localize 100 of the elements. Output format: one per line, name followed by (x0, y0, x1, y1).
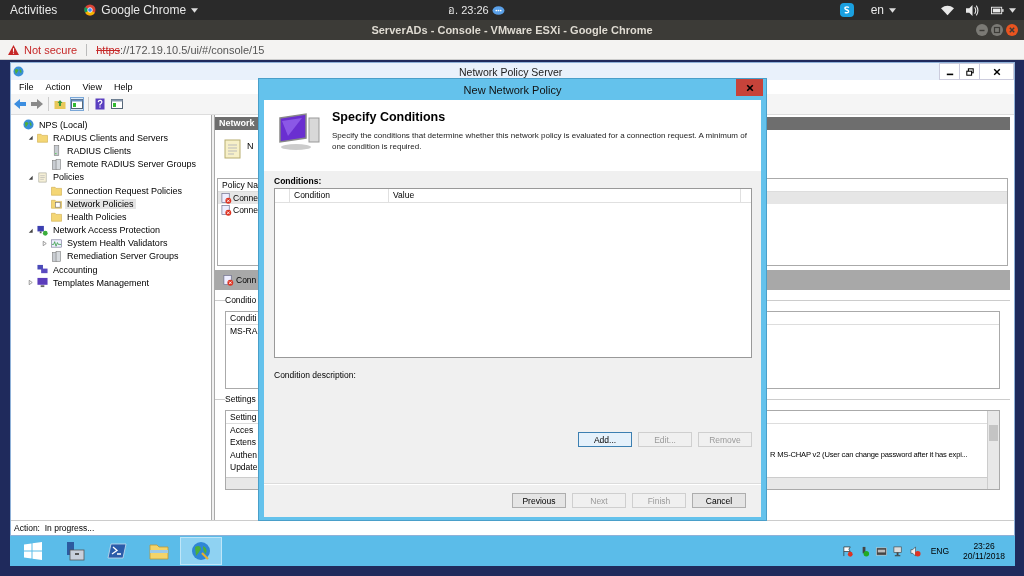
close-button[interactable] (979, 63, 1014, 80)
page-description: Specify the conditions that determine whether this network policy is evaluated for a connection request. A minimum of one condition is required. (332, 131, 748, 152)
table-cell-text: Authen (229, 448, 258, 461)
app-menu-label[interactable]: Google Chrome (101, 3, 187, 17)
expander-icon[interactable] (27, 226, 34, 234)
menu-item[interactable]: Help (107, 82, 139, 92)
column-header[interactable]: Value (389, 189, 741, 202)
policy-name: Conne (233, 193, 259, 203)
folder-icon (51, 198, 62, 210)
intro-text: N (247, 141, 254, 151)
warning-icon[interactable] (8, 44, 19, 55)
conditions-table[interactable]: Condition Value (274, 188, 752, 358)
flag-error-icon[interactable] (841, 545, 853, 557)
scroll-icon (223, 138, 243, 160)
globe-icon (23, 119, 34, 131)
tree-item[interactable]: Health Policies (65, 211, 129, 222)
description-label: Condition description: (274, 370, 357, 380)
table-cell-text: Update (229, 461, 259, 474)
chrome-icon (84, 4, 97, 16)
menu-item[interactable]: Action (39, 82, 77, 92)
window-title: ServerADs - Console - VMware ESXi - Google Chrome (371, 24, 653, 36)
policy-name: Conne (233, 205, 259, 215)
vm-icon[interactable] (875, 545, 887, 557)
close-icon[interactable] (1006, 24, 1018, 36)
language-indicator[interactable]: ENG (930, 546, 950, 556)
caret-icon (1009, 7, 1016, 13)
action-button[interactable]: Add... (578, 432, 632, 447)
pane-icon[interactable] (111, 98, 123, 110)
servers-icon (51, 158, 62, 170)
skype-icon[interactable] (839, 3, 854, 17)
tree-item[interactable]: Templates Management (51, 277, 152, 288)
clock-date[interactable]: 20/11/2018 (963, 551, 1005, 561)
taskbar-button[interactable] (180, 537, 222, 565)
tree-item[interactable]: Accounting (51, 264, 100, 275)
folder-icon (149, 541, 169, 561)
tree-item[interactable]: Policies (51, 172, 86, 183)
tree-item[interactable]: Network Policies (65, 198, 136, 209)
column-header[interactable]: Condition (290, 189, 389, 202)
disabled-policy-icon (221, 204, 232, 216)
chat-icon (491, 4, 505, 16)
menu-item[interactable]: File (13, 82, 40, 92)
volume-icon[interactable] (966, 4, 979, 16)
speaker-muted-icon[interactable] (909, 545, 921, 557)
wizard-button[interactable]: Cancel (692, 493, 746, 508)
tree-item[interactable]: Network Access Protection (51, 225, 163, 236)
table-cell-text: Acces (229, 424, 255, 437)
caret-icon (889, 7, 896, 13)
folder-icon (37, 132, 48, 144)
chart-icon (51, 237, 62, 249)
servers-icon (51, 250, 62, 262)
wizard-button[interactable]: Previous (512, 493, 566, 508)
wifi-icon[interactable] (941, 4, 954, 16)
server-icon (51, 145, 62, 157)
language-indicator[interactable]: en (870, 3, 884, 17)
windows-logo-icon (23, 541, 43, 561)
folder-up-icon[interactable] (54, 98, 66, 110)
expander-icon[interactable] (27, 173, 34, 181)
globe-icon (13, 66, 24, 77)
close-icon (745, 83, 754, 92)
security-status[interactable]: Not secure (24, 43, 78, 56)
menu-item[interactable]: View (76, 82, 108, 92)
group-label: Conditio (225, 295, 259, 305)
window-title: Network Policy Server (459, 66, 563, 78)
document-icon (37, 171, 48, 183)
table-cell-text: MS-RA (229, 325, 259, 337)
url-field[interactable]: https://172.19.10.5/ui/#/console/15 (96, 43, 265, 56)
monitor-icon (37, 277, 48, 289)
folder-icon (51, 185, 62, 197)
tree-item[interactable]: Connection Request Policies (65, 185, 185, 196)
tree-item[interactable]: System Health Validators (65, 238, 170, 249)
clock-text[interactable]: อ. 23:26 (448, 1, 489, 19)
folder-icon (51, 211, 62, 223)
policy-title: Conn (236, 275, 257, 285)
back-arrow-icon[interactable] (14, 98, 26, 110)
battery-icon[interactable] (991, 4, 1004, 16)
vertical-scrollbar[interactable] (987, 411, 999, 489)
dialog-title: New Network Policy (463, 83, 562, 96)
tree-item[interactable]: Remote RADIUS Server Groups (65, 159, 199, 170)
tree-item[interactable]: RADIUS Clients and Servers (51, 132, 171, 143)
disabled-policy-icon (221, 192, 232, 204)
maximize-icon[interactable] (991, 24, 1003, 36)
disabled-policy-icon (223, 274, 234, 286)
restore-icon (965, 67, 974, 76)
status-text: Action: In progress... (11, 520, 1014, 535)
help-icon[interactable] (94, 98, 106, 110)
tree-item[interactable]: NPS (Local) (37, 119, 90, 130)
tree-item[interactable]: RADIUS Clients (65, 145, 133, 156)
expander-icon[interactable] (27, 134, 34, 142)
server-toolbox-icon (65, 541, 85, 561)
forward-arrow-icon[interactable] (31, 98, 43, 110)
pane-icon[interactable] (71, 98, 83, 110)
caret-icon (191, 7, 199, 13)
clock-time[interactable]: 23:26 (973, 541, 995, 551)
activities-button[interactable]: Activities (10, 3, 58, 17)
table-cell-text: Extens (229, 436, 257, 449)
globe-icon (191, 541, 211, 561)
restore-button[interactable] (959, 63, 980, 80)
close-button[interactable] (736, 79, 763, 96)
minimize-icon[interactable] (976, 24, 988, 36)
tree-item[interactable]: Remediation Server Groups (65, 251, 181, 262)
